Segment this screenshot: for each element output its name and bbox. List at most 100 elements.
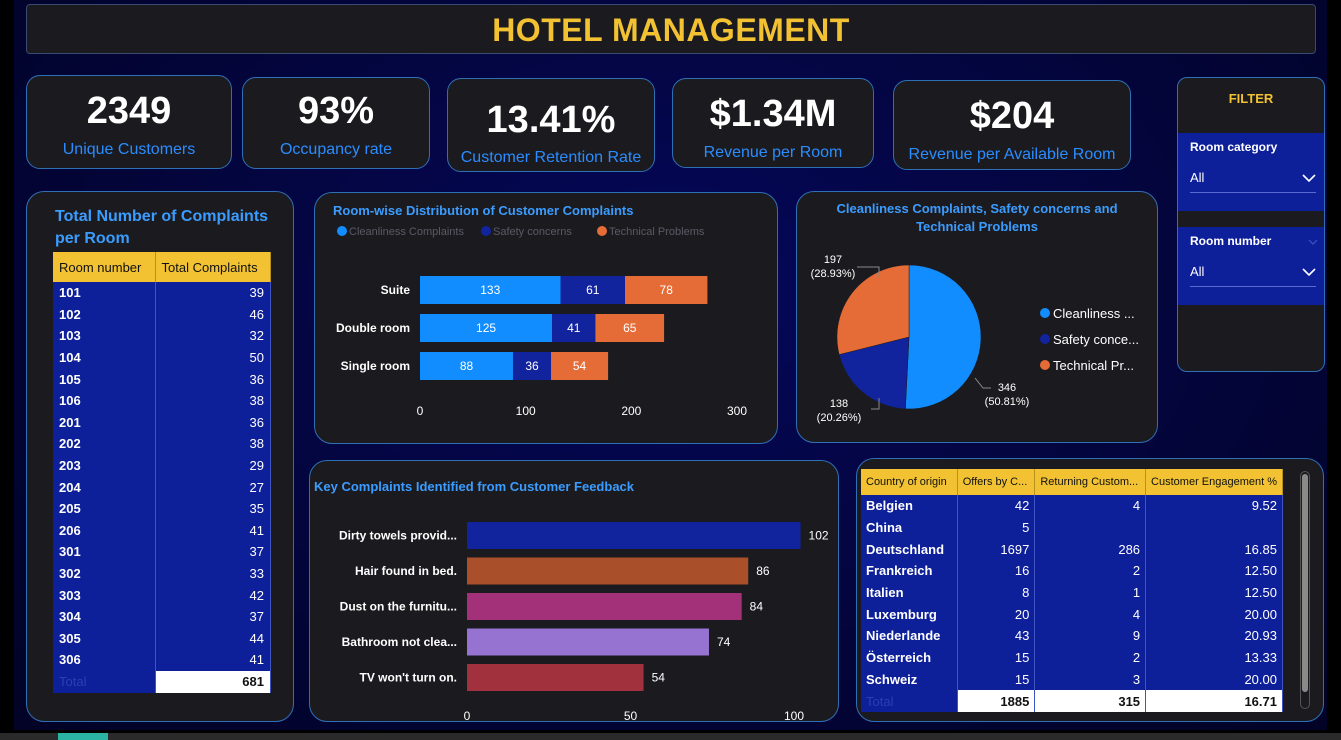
cell-engagement: 20.00 [1145,603,1283,626]
table-row[interactable]: Belgien 42 4 9.52 [861,495,1283,517]
table-row[interactable]: Niederlande 43 9 20.93 [861,625,1283,647]
cell-returning: 1 [1034,581,1147,604]
table-row[interactable]: 306 41 [53,649,271,671]
bar[interactable] [467,522,801,549]
column-header-engagement[interactable]: Customer Engagement % [1145,469,1283,495]
table-row[interactable]: Schweiz 15 3 20.00 [861,668,1283,691]
table-row[interactable]: 303 42 [53,584,271,606]
bar[interactable] [467,593,742,620]
room-category-slicer: Room category All [1178,133,1324,211]
column-header-returning-customers[interactable]: Returning Custom... [1034,469,1147,495]
legend-label[interactable]: Technical Pr... [1053,358,1134,373]
vertical-scrollbar[interactable] [1300,471,1310,709]
page-title: HOTEL MANAGEMENT [26,4,1316,54]
cell-room-number: 201 [53,411,156,434]
kpi-label: Revenue per Room [703,144,843,161]
table-row[interactable]: Österreich 15 2 13.33 [861,646,1283,669]
table-row[interactable]: 302 33 [53,562,271,585]
x-tick-label: 100 [784,709,804,723]
room-number-select[interactable]: All [1190,257,1316,287]
legend-label[interactable]: Cleanliness Complaints [349,226,464,238]
x-tick-label: 0 [417,404,424,418]
cell-room-number: 205 [53,497,156,520]
cell-total-complaints: 37 [155,541,271,563]
column-header-total-complaints[interactable]: Total Complaints [155,252,271,282]
cell-returning [1034,516,1147,539]
bar[interactable] [467,664,644,691]
cell-total-complaints: 37 [155,605,271,628]
pie-slice[interactable] [905,264,982,410]
table-row[interactable]: 103 32 [53,325,271,347]
country-table: Country of origin Offers by C... Returni… [861,469,1283,712]
column-header-room-number[interactable]: Room number [53,252,156,282]
cell-total-complaints: 29 [155,454,271,477]
column-header-offers[interactable]: Offers by C... [957,469,1036,495]
kpi-revenue-per-room: $1.34M Revenue per Room [672,78,874,168]
cell-total-complaints: 46 [155,303,271,326]
cell-total-complaints: 36 [155,411,271,434]
cell-engagement: 13.33 [1145,646,1283,669]
taskbar-active-tab[interactable] [58,733,108,740]
bar[interactable] [467,557,749,585]
data-label: 88 [460,359,474,373]
room-category-label: Room category [1190,140,1278,154]
total-value: 681 [155,670,271,693]
data-label: 61 [586,283,600,297]
data-label: 133 [480,283,500,297]
table-row[interactable]: 301 37 [53,541,271,563]
cell-total-complaints: 39 [155,282,271,304]
table-header-row: Room number Total Complaints [53,252,271,282]
complaints-table: Room number Total Complaints 101 39 102 46 1… [53,252,271,693]
table-row[interactable]: 101 39 [53,282,271,304]
table-row[interactable]: Luxemburg 20 4 20.00 [861,603,1283,626]
table-row[interactable]: 102 46 [53,303,271,326]
kpi-revenue-per-available-room: $204 Revenue per Available Room [893,80,1131,170]
room-number-value: All [1190,264,1205,279]
table-row[interactable]: 202 38 [53,433,271,455]
room-number-label: Room number [1190,234,1272,248]
table-row[interactable]: 203 29 [53,454,271,477]
cell-offers: 1697 [957,538,1036,561]
total-label: Total [861,690,958,712]
legend-label[interactable]: Cleanliness ... [1053,306,1135,321]
table-row[interactable]: 104 50 [53,346,271,369]
legend-marker [597,226,607,236]
table-row[interactable]: 206 41 [53,519,271,542]
column-header-country[interactable]: Country of origin [861,469,958,495]
table-row[interactable]: 201 36 [53,411,271,434]
kpi-customer-retention-rate: 13.41% Customer Retention Rate [447,78,655,172]
table-row[interactable]: China 5 [861,516,1283,539]
cell-offers: 43 [957,625,1036,647]
room-category-select[interactable]: All [1190,163,1316,193]
cell-total-complaints: 38 [155,433,271,455]
kpi-occupancy-rate: 93% Occupancy rate [242,77,430,169]
table-row[interactable]: 106 38 [53,389,271,412]
slice-value-label: 346 [998,382,1016,394]
slice-percent-label: (28.93%) [811,268,856,280]
data-label: 86 [756,564,770,578]
cell-returning: 4 [1034,603,1147,626]
table-row[interactable]: Frankreich 16 2 12.50 [861,560,1283,582]
table-row[interactable]: 105 36 [53,368,271,390]
legend-label[interactable]: Safety concerns [493,226,572,238]
cell-room-number: 305 [53,627,156,650]
scrollbar-thumb[interactable] [1302,474,1308,692]
bar[interactable] [467,628,709,656]
table-row[interactable]: Deutschland 1697 286 16.85 [861,538,1283,561]
legend-label[interactable]: Safety conce... [1053,332,1139,347]
complaints-table-title: Total Number of Complaints per Room [55,208,269,247]
table-row[interactable]: Italien 8 1 12.50 [861,581,1283,604]
legend-label[interactable]: Technical Problems [609,226,705,238]
cell-engagement: 9.52 [1145,495,1283,517]
category-label: Bathroom not clea... [342,635,457,649]
table-row[interactable]: 304 37 [53,605,271,628]
cell-total-complaints: 27 [155,476,271,498]
table-row[interactable]: 204 27 [53,476,271,498]
table-row[interactable]: 205 35 [53,497,271,520]
cell-country: Belgien [861,495,958,517]
table-total-row: Total 1885 315 16.71 [861,690,1283,712]
cell-returning: 2 [1034,560,1147,582]
table-row[interactable]: 305 44 [53,627,271,650]
category-label: Single room [341,359,410,373]
cell-total-complaints: 41 [155,519,271,542]
